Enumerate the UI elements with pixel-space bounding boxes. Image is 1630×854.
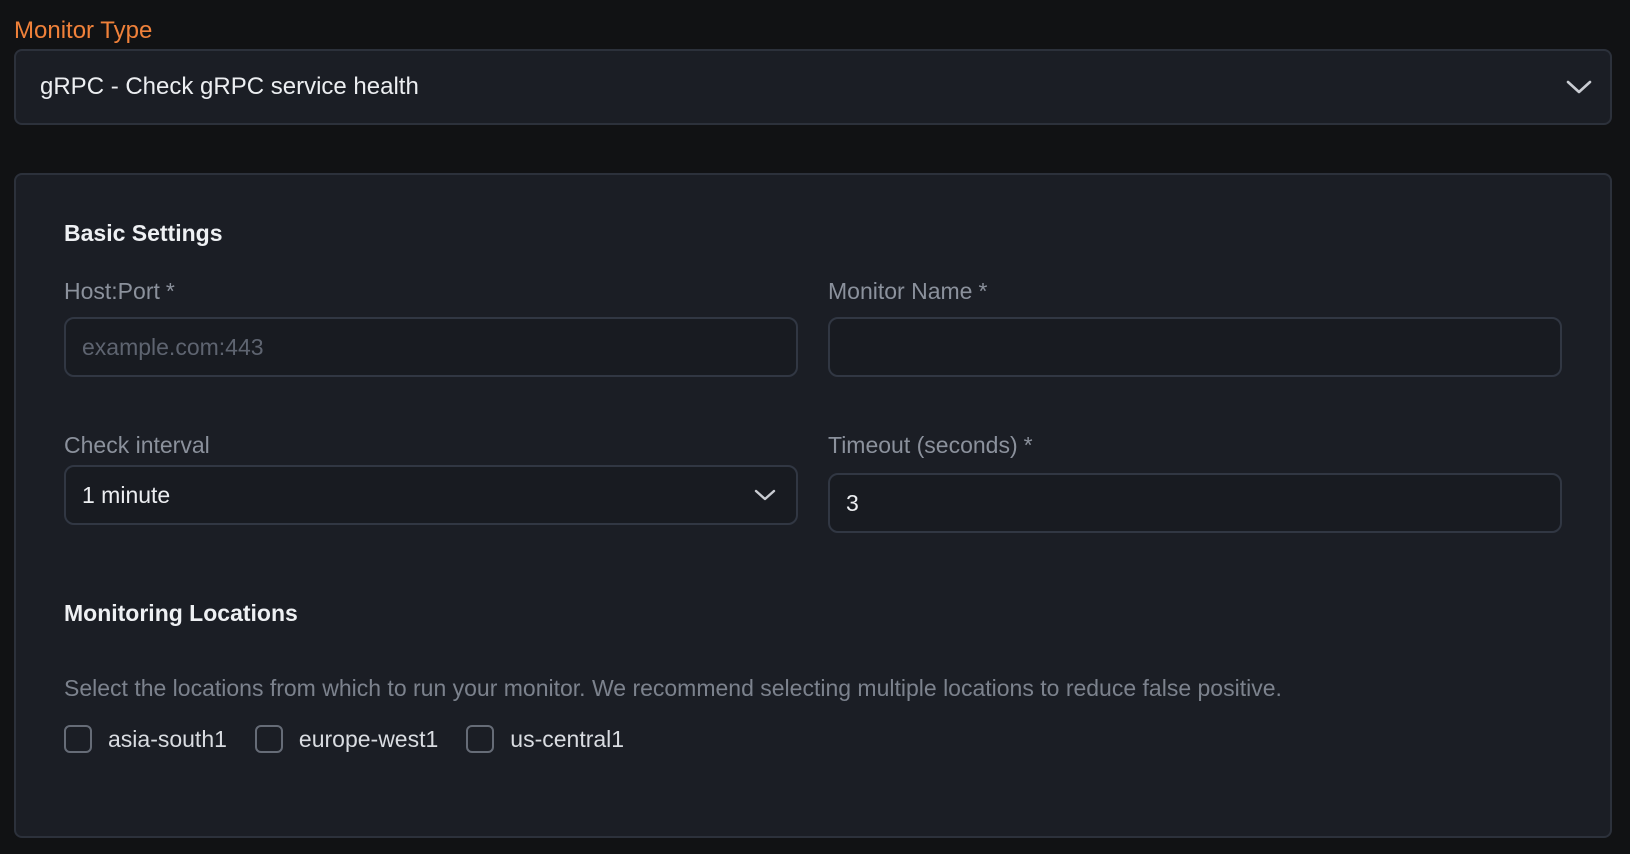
required-mark: * xyxy=(165,278,175,304)
location-label: europe-west1 xyxy=(298,725,439,752)
monitor-name-input[interactable] xyxy=(828,317,1562,377)
location-list: asia-south1 europe-west1 us-central1 xyxy=(64,725,652,753)
timeout-label: Timeout (seconds) * xyxy=(828,432,1033,459)
host-port-label-text: Host:Port xyxy=(64,278,160,304)
location-checkbox[interactable] xyxy=(254,725,283,753)
check-interval-select[interactable]: 1 minute xyxy=(64,465,798,525)
monitoring-locations-title: Monitoring Locations xyxy=(64,600,298,626)
chevron-down-icon xyxy=(754,489,776,501)
timeout-input[interactable] xyxy=(828,473,1562,533)
host-port-label: Host:Port * xyxy=(64,278,175,305)
monitoring-locations-help: Select the locations from which to run y… xyxy=(64,675,1282,701)
monitor-type-select[interactable]: gRPC - Check gRPC service health xyxy=(14,49,1612,125)
chevron-down-icon xyxy=(1566,80,1592,94)
basic-settings-title: Basic Settings xyxy=(64,220,223,246)
check-interval-selected-value: 1 minute xyxy=(82,481,171,508)
location-item-us-central1[interactable]: us-central1 xyxy=(466,725,624,753)
location-checkbox[interactable] xyxy=(466,725,495,753)
location-item-asia-south1[interactable]: asia-south1 xyxy=(64,725,227,753)
location-checkbox[interactable] xyxy=(64,725,92,753)
monitor-type-label: Monitor Type xyxy=(14,17,153,44)
check-interval-label: Check interval xyxy=(64,432,210,459)
location-label: asia-south1 xyxy=(108,725,227,752)
monitor-name-label: Monitor Name * xyxy=(828,278,987,305)
monitor-name-label-text: Monitor Name xyxy=(828,278,973,304)
check-interval-label-text: Check interval xyxy=(64,432,210,458)
host-port-input[interactable] xyxy=(64,317,798,377)
timeout-label-text: Timeout (seconds) xyxy=(828,432,1018,458)
required-mark: * xyxy=(978,278,988,304)
location-item-europe-west1[interactable]: europe-west1 xyxy=(254,725,439,753)
location-label: us-central1 xyxy=(510,725,625,752)
required-mark: * xyxy=(1023,432,1033,458)
monitor-type-selected-value: gRPC - Check gRPC service health xyxy=(40,73,419,100)
settings-panel: Basic Settings Host:Port* Monitor Name* … xyxy=(14,173,1612,838)
